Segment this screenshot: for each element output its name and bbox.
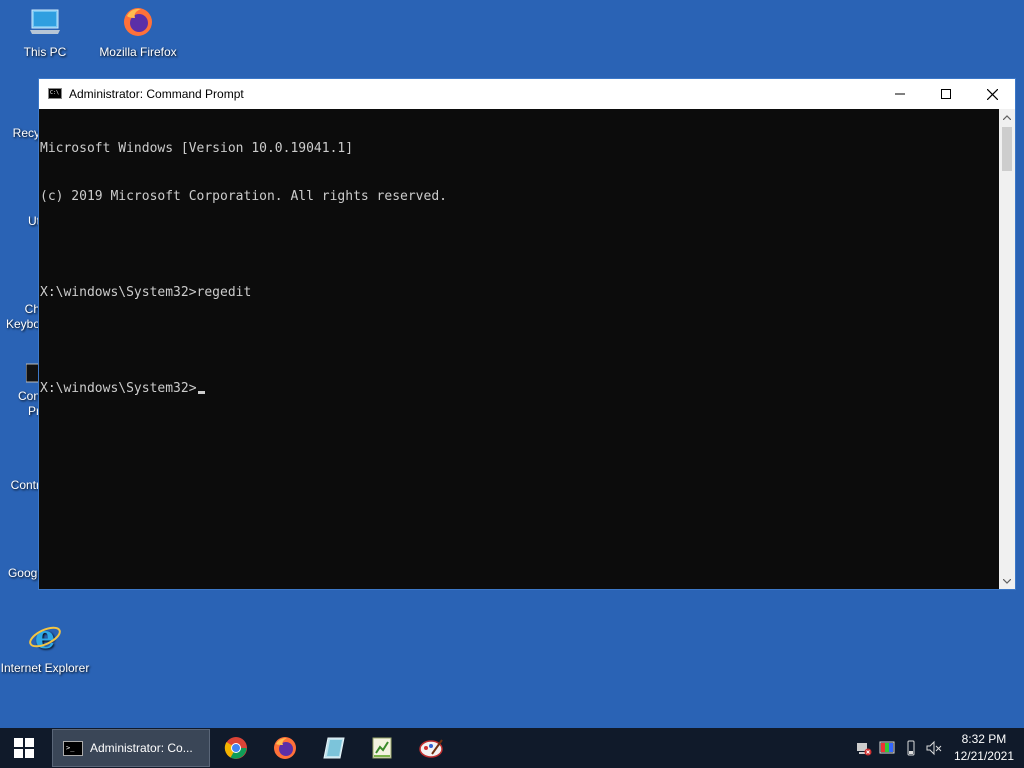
desktop-icon-this-pc[interactable]: This PC (0, 6, 90, 60)
firefox-icon (93, 6, 183, 41)
desktop-icon-control-panel[interactable]: Contr (0, 450, 40, 493)
taskbar-item-label: Administrator: Co... (90, 741, 193, 755)
chrome-icon (224, 737, 247, 759)
desktop-icon-label: Contr (10, 478, 40, 492)
clock-time: 8:32 PM (961, 732, 1007, 746)
taskbar-pin-firefox[interactable] (261, 728, 309, 768)
desktop-icon-command-prompt[interactable]: Con Pr (0, 362, 41, 419)
scroll-up-button[interactable] (999, 109, 1015, 125)
desktop-icon-internet-explorer[interactable]: e Internet Explorer (0, 618, 90, 676)
taskbar-pin-chrome[interactable] (212, 728, 260, 768)
spreadsheet-icon (372, 737, 392, 759)
paint-icon (419, 739, 443, 758)
desktop-icon-label: Googl (7, 566, 40, 580)
desktop-icon-chrome[interactable]: Googl (0, 538, 40, 581)
desktop-icon-label: Internet Explorer (0, 661, 90, 675)
close-button[interactable] (969, 79, 1015, 109)
vertical-scrollbar[interactable] (999, 109, 1015, 589)
network-error-icon[interactable] (856, 740, 872, 756)
console-line: Microsoft Windows [Version 10.0.19041.1] (40, 141, 354, 156)
close-icon (986, 88, 998, 100)
desktop-icon-label: Mozilla Firefox (99, 45, 177, 59)
text-cursor (197, 391, 205, 394)
desktop-icon-label-2: Pr (28, 404, 40, 418)
desktop-icon-label: Recy (12, 126, 40, 140)
firefox-icon (274, 737, 296, 759)
start-button[interactable] (0, 728, 48, 768)
console-output[interactable]: Microsoft Windows [Version 10.0.19041.1]… (39, 109, 999, 589)
chevron-up-icon (1003, 114, 1011, 120)
taskbar-item-command-prompt[interactable]: Administrator: Co... (52, 729, 210, 767)
command-prompt-window[interactable]: Administrator: Command Prompt Microsoft … (38, 78, 1016, 590)
desktop-icon-label: Ut (28, 214, 40, 228)
desktop-icon-label: Ch (24, 302, 40, 316)
this-pc-icon (0, 6, 90, 41)
taskbar-pin-notepad[interactable] (310, 728, 358, 768)
desktop-icon-label: This PC (23, 45, 67, 59)
desktop-icon-label: Con (17, 389, 40, 403)
command-prompt-icon (48, 88, 62, 99)
volume-muted-icon[interactable] (926, 740, 942, 756)
internet-explorer-icon: e (0, 618, 90, 657)
taskbar-clock[interactable]: 8:32 PM 12/21/2021 (954, 731, 1014, 765)
window-titlebar[interactable]: Administrator: Command Prompt (39, 79, 1015, 109)
console-line: (c) 2019 Microsoft Corporation. All righ… (40, 189, 447, 204)
desktop-icon-keyboard[interactable]: Ch Keybo (0, 274, 40, 332)
scrollbar-thumb[interactable] (1002, 127, 1012, 171)
system-tray: 8:32 PM 12/21/2021 (854, 728, 1024, 768)
usb-icon[interactable] (903, 740, 919, 756)
taskbar: Administrator: Co... (0, 728, 1024, 768)
chevron-down-icon (1003, 578, 1011, 584)
maximize-icon (941, 89, 951, 99)
desktop-icon-utilities[interactable]: Ut (0, 186, 40, 229)
scroll-down-button[interactable] (999, 573, 1015, 589)
desktop-icon-label-2: Keybo (5, 317, 40, 331)
color-icon[interactable] (879, 740, 895, 756)
taskbar-pin-paint[interactable] (407, 728, 455, 768)
clock-date: 12/21/2021 (953, 749, 1014, 763)
notepad-icon (323, 737, 345, 759)
maximize-button[interactable] (923, 79, 969, 109)
desktop-icon-firefox[interactable]: Mozilla Firefox (93, 6, 183, 60)
minimize-button[interactable] (877, 79, 923, 109)
command-prompt-icon (63, 741, 83, 756)
window-title: Administrator: Command Prompt (69, 87, 244, 101)
desktop-icon-recycle-bin[interactable]: Recy (0, 98, 40, 141)
minimize-icon (895, 93, 905, 95)
windows-logo-icon (14, 738, 34, 758)
console-line: X:\windows\System32>regedit (40, 285, 252, 300)
console-prompt-line: X:\windows\System32> (40, 381, 999, 397)
svg-text:e: e (35, 620, 55, 654)
taskbar-pin-spreadsheet[interactable] (358, 728, 406, 768)
console-prompt: X:\windows\System32> (40, 381, 197, 396)
